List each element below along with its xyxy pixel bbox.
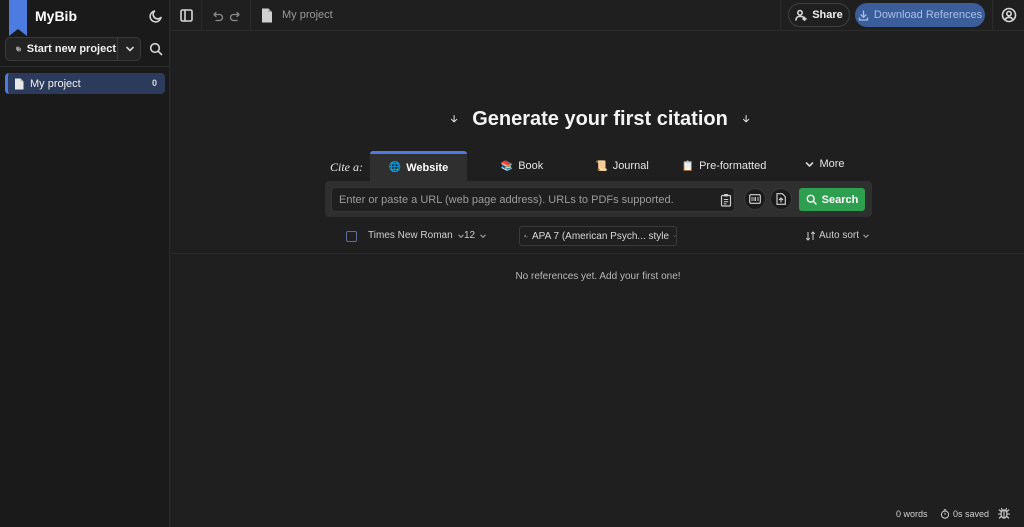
tab-label: Journal xyxy=(612,160,649,172)
font-family-select[interactable]: Times New Roman xyxy=(368,230,465,241)
toolbar-separator xyxy=(250,0,251,31)
chevron-down-icon xyxy=(806,161,814,167)
toolbar-separator xyxy=(780,0,781,31)
reference-list-controls: Times New Roman 12 APA 7 (American Psych… xyxy=(340,226,870,246)
headline-text: Generate your first citation xyxy=(472,107,728,130)
chevron-down-icon xyxy=(480,233,487,238)
start-new-project-label: Start new project xyxy=(26,43,116,55)
font-size-value: 12 xyxy=(464,230,476,241)
citation-style-value: APA 7 (American Psych... style xyxy=(532,230,670,242)
citation-style-select[interactable]: APA 7 (American Psych... style xyxy=(519,226,677,246)
user-plus-icon xyxy=(795,9,808,21)
sidebar: MyBib Start new project My project 0 xyxy=(0,0,170,527)
tab-label: Book xyxy=(518,160,544,172)
tab-pre-formatted[interactable]: 📋 Pre-formatted xyxy=(678,151,770,181)
save-status: 0s saved xyxy=(940,509,989,519)
project-name: My project xyxy=(30,77,81,90)
citation-search-panel: Search xyxy=(325,181,872,217)
sort-value: Auto sort xyxy=(819,230,860,241)
source-type-tabs: 🌐 Website 📚 Book 📜 Journal 📋 Pre-formatt… xyxy=(370,151,870,181)
bookmark-logo-icon xyxy=(9,0,27,36)
search-icon xyxy=(806,194,817,205)
globe-icon: 🌐 xyxy=(388,162,402,173)
start-new-project-group: Start new project xyxy=(5,37,141,61)
sort-arrows-icon xyxy=(805,230,816,241)
toolbar-separator xyxy=(992,0,993,31)
arrow-down-icon xyxy=(450,115,458,123)
saved-status: 0s saved xyxy=(953,509,990,519)
tab-book[interactable]: 📚 Book xyxy=(478,151,566,181)
document-icon xyxy=(262,8,272,23)
arrow-down-icon xyxy=(742,115,750,123)
toolbar-separator xyxy=(201,0,202,31)
redo-icon[interactable] xyxy=(228,8,243,23)
font-family-value: Times New Roman xyxy=(368,230,453,241)
books-icon: 📚 xyxy=(500,160,514,172)
project-title[interactable]: My project xyxy=(282,9,333,21)
tab-journal[interactable]: 📜 Journal xyxy=(578,151,666,181)
tab-label: Website xyxy=(406,161,449,174)
chevron-down-icon xyxy=(863,233,869,238)
tab-more[interactable]: More xyxy=(795,149,855,179)
sort-select[interactable]: Auto sort xyxy=(805,230,870,241)
sidebar-header: MyBib xyxy=(0,0,170,36)
sidebar-toggle-icon[interactable] xyxy=(179,8,194,23)
copy-plus-icon xyxy=(16,46,21,52)
start-new-project-button[interactable]: Start new project xyxy=(6,38,116,60)
document-icon xyxy=(15,78,24,89)
paste-clipboard-icon[interactable] xyxy=(720,193,732,207)
project-reference-count: 0 xyxy=(151,78,157,88)
barcode-icon xyxy=(749,194,761,204)
search-icon[interactable] xyxy=(148,41,164,57)
timer-icon xyxy=(940,509,950,519)
sidebar-divider xyxy=(0,66,170,67)
word-count: 0 words xyxy=(896,509,928,519)
upload-pdf-button[interactable] xyxy=(770,188,792,210)
word-count-status: 0 words xyxy=(896,509,928,519)
sidebar-actions: Start new project xyxy=(5,37,165,61)
search-button-label: Search xyxy=(821,193,859,206)
download-references-label: Download References xyxy=(873,9,983,21)
text-style-icon xyxy=(524,234,528,238)
top-bar: My project Share Download References xyxy=(170,0,1024,31)
download-icon xyxy=(858,9,869,21)
download-references-button[interactable]: Download References xyxy=(855,3,985,27)
clipboard-icon: 📋 xyxy=(681,160,695,172)
cite-a-label: Cite a: xyxy=(330,160,363,174)
app-name: MyBib xyxy=(35,8,77,24)
select-all-checkbox[interactable] xyxy=(346,231,357,242)
tab-website[interactable]: 🌐 Website xyxy=(370,151,467,181)
empty-state-message: No references yet. Add your first one! xyxy=(515,271,681,282)
scan-barcode-button[interactable] xyxy=(744,188,766,210)
headline: Generate your first citation xyxy=(450,106,750,132)
bug-icon[interactable] xyxy=(997,506,1011,520)
tab-label: More xyxy=(819,158,845,170)
content-divider xyxy=(171,253,1024,254)
url-input[interactable] xyxy=(331,187,735,212)
file-upload-icon xyxy=(776,193,786,205)
chevron-down-icon xyxy=(673,235,676,237)
scroll-icon: 📜 xyxy=(595,160,608,172)
new-project-dropdown-button[interactable] xyxy=(117,38,141,60)
search-button[interactable]: Search xyxy=(799,188,865,211)
moon-icon[interactable] xyxy=(148,8,164,24)
undo-icon[interactable] xyxy=(210,8,225,23)
chevron-down-icon xyxy=(125,46,134,52)
account-icon[interactable] xyxy=(1001,7,1017,23)
tab-label: Pre-formatted xyxy=(699,160,767,172)
sidebar-item-my-project[interactable]: My project 0 xyxy=(5,73,165,94)
font-size-select[interactable]: 12 xyxy=(464,230,487,241)
share-button[interactable]: Share xyxy=(788,3,850,27)
share-label: Share xyxy=(812,9,843,21)
